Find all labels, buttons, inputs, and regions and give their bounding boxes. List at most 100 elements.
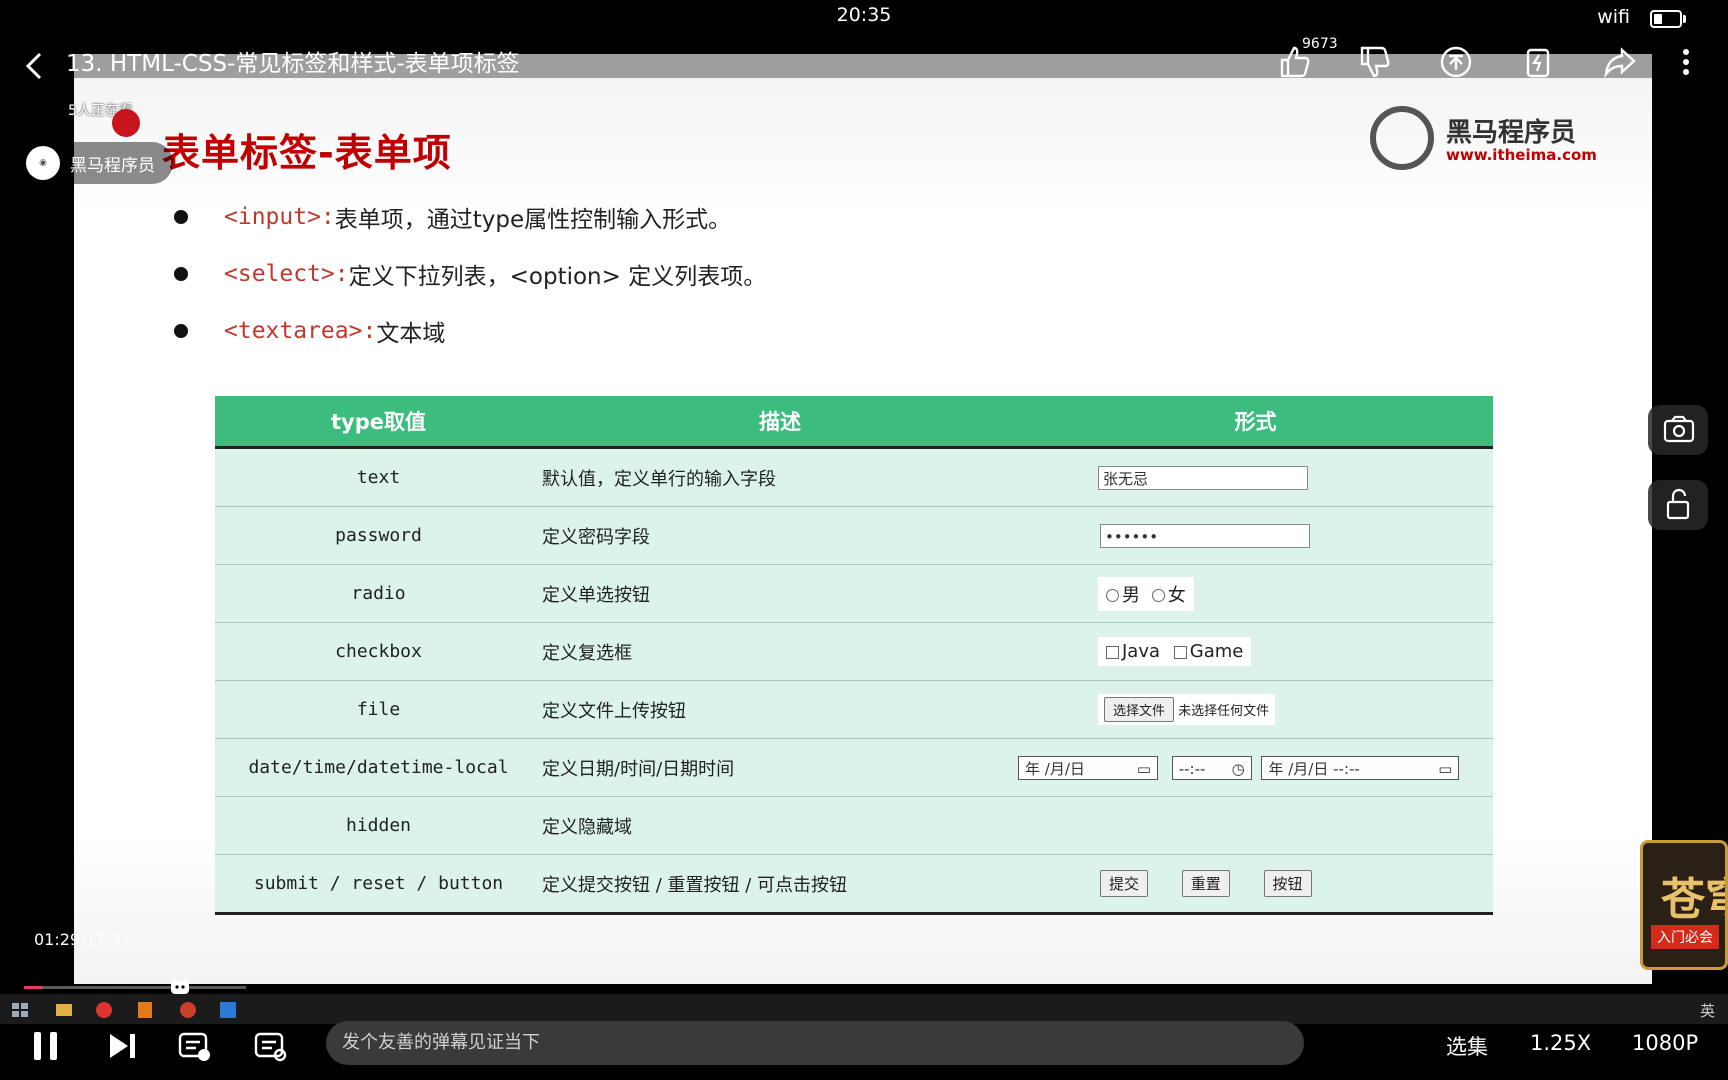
radio-icon bbox=[1106, 589, 1119, 602]
quality-button[interactable]: 1080P bbox=[1632, 1031, 1698, 1055]
charge-icon[interactable] bbox=[1520, 44, 1556, 84]
table-row: text 默认值，定义单行的输入字段 张无忌 bbox=[215, 447, 1493, 507]
promo-title: 苍穹 bbox=[1661, 874, 1725, 925]
form-cell: •••••• bbox=[1018, 506, 1493, 565]
recorded-taskbar: 英 bbox=[0, 994, 1728, 1024]
episodes-button[interactable]: 选集 bbox=[1446, 1031, 1488, 1061]
wifi-label: wifi bbox=[1597, 6, 1630, 28]
calendar-icon: ▭ bbox=[1136, 759, 1151, 778]
form-cell: 年 /月/日 ▭ --:-- ◷ 年 /月/日 --:-- ▭ bbox=[1018, 738, 1493, 797]
desc-cell: 定义单选按钮 bbox=[542, 564, 1018, 623]
brand-url: www.itheima.com bbox=[1446, 146, 1597, 164]
danmaku-input[interactable]: 发个友善的弹幕见证当下 bbox=[326, 1021, 1304, 1065]
bullet-item: <select>: 定义下拉列表，<option> 定义列表项。 bbox=[174, 257, 766, 291]
type-cell: radio bbox=[215, 564, 542, 623]
coin-icon[interactable] bbox=[1438, 44, 1474, 84]
table-row: checkbox 定义复选框 Java Game bbox=[215, 622, 1493, 681]
form-cell bbox=[1018, 796, 1493, 855]
sample-time-input: --:-- ◷ bbox=[1171, 755, 1252, 780]
bullet-dot-icon bbox=[174, 210, 188, 224]
table-row: submit / reset / button 定义提交按钮 / 重置按钮 / … bbox=[215, 854, 1493, 915]
battery-icon bbox=[1650, 10, 1686, 28]
video-frame[interactable]: 表单标签-表单项 黑马程序员 www.itheima.com <input>: … bbox=[74, 54, 1652, 984]
radio-label: 女 bbox=[1167, 584, 1186, 606]
sample-radio-group: 男 女 bbox=[1098, 576, 1194, 611]
record-dot-icon bbox=[112, 109, 140, 137]
danmaku-settings-icon[interactable] bbox=[252, 1028, 288, 1068]
checkbox-icon bbox=[1173, 645, 1187, 659]
table-row: password 定义密码字段 •••••• bbox=[215, 506, 1493, 565]
pause-icon[interactable] bbox=[28, 1028, 64, 1068]
date-placeholder: 年 /月/日 bbox=[1025, 759, 1085, 778]
file-choose-button: 选择文件 bbox=[1104, 697, 1175, 722]
column-header: type取值 bbox=[215, 396, 542, 449]
table-row: radio 定义单选按钮 男 女 bbox=[215, 564, 1493, 623]
form-cell: 提交 重置 按钮 bbox=[1018, 854, 1493, 915]
bullet-item: <input>: 表单项，通过type属性控制输入形式。 bbox=[174, 200, 731, 234]
screenshot-button[interactable] bbox=[1648, 405, 1708, 455]
share-icon[interactable] bbox=[1602, 44, 1638, 84]
type-cell: date/time/datetime-local bbox=[215, 738, 542, 797]
time-placeholder: --:-- bbox=[1178, 759, 1206, 778]
bullet-text: 文本域 bbox=[376, 321, 446, 347]
sample-checkbox-group: Java Game bbox=[1098, 637, 1252, 666]
back-icon[interactable] bbox=[20, 48, 50, 84]
like-count: 9673 bbox=[1302, 36, 1338, 52]
checkbox-icon bbox=[1106, 645, 1119, 659]
table-row: file 定义文件上传按钮 选择文件 未选择任何文件 bbox=[215, 680, 1493, 739]
table-row: date/time/datetime-local 定义日期/时间/日期时间 年 … bbox=[215, 738, 1493, 797]
datetime-placeholder: 年 /月/日 --:-- bbox=[1268, 759, 1360, 778]
video-title: 13. HTML-CSS-常见标签和样式-表单项标签 bbox=[66, 51, 520, 77]
sample-date-input: 年 /月/日 ▭ bbox=[1018, 755, 1158, 780]
form-cell: 选择文件 未选择任何文件 bbox=[1018, 680, 1493, 739]
lock-screen-button[interactable] bbox=[1648, 480, 1708, 530]
bullet-dot-icon bbox=[174, 324, 188, 338]
uploader-chip[interactable]: ◉ 黑马程序员 bbox=[20, 142, 173, 184]
calendar-icon: ▭ bbox=[1438, 759, 1453, 778]
more-icon[interactable] bbox=[1676, 44, 1696, 84]
bullet-tag: <input>: bbox=[224, 204, 335, 230]
uploader-name: 黑马程序员 bbox=[70, 155, 155, 176]
column-header: 描述 bbox=[542, 396, 1018, 449]
promo-tag: 入门必会 bbox=[1651, 925, 1719, 949]
desc-cell: 默认值，定义单行的输入字段 bbox=[542, 447, 1018, 507]
next-icon[interactable] bbox=[104, 1028, 140, 1068]
promo-banner[interactable]: 苍穹 入门必会 bbox=[1640, 840, 1728, 970]
form-cell: Java Game bbox=[1018, 622, 1493, 681]
radio-label: 男 bbox=[1122, 584, 1140, 606]
danmaku-toggle-icon[interactable] bbox=[176, 1028, 212, 1068]
type-cell: password bbox=[215, 506, 542, 565]
desc-cell: 定义复选框 bbox=[542, 622, 1018, 681]
bullet-item: <textarea>: 文本域 bbox=[174, 314, 445, 348]
avatar: ◉ bbox=[26, 146, 60, 180]
desc-cell: 定义密码字段 bbox=[542, 506, 1018, 565]
status-time: 20:35 bbox=[836, 4, 892, 26]
input-type-table: type取值 描述 形式 text 默认值，定义单行的输入字段 张无忌 pass… bbox=[215, 396, 1493, 915]
sample-password-input: •••••• bbox=[1100, 523, 1310, 548]
slide-title: 表单标签-表单项 bbox=[162, 131, 452, 175]
unlock-icon bbox=[1666, 488, 1690, 520]
file-status: 未选择任何文件 bbox=[1178, 704, 1270, 719]
desc-cell: 定义日期/时间/日期时间 bbox=[542, 738, 1018, 797]
taskbar-icons bbox=[12, 1002, 236, 1018]
form-cell: 男 女 bbox=[1018, 564, 1493, 623]
bullet-text: 表单项，通过type属性控制输入形式。 bbox=[334, 207, 732, 233]
form-cell: 张无忌 bbox=[1018, 447, 1493, 507]
brand-name: 黑马程序员 bbox=[1446, 118, 1577, 148]
status-bar: 20:35 wifi bbox=[0, 0, 1728, 48]
progress-knob-icon[interactable] bbox=[168, 976, 192, 996]
speed-button[interactable]: 1.25X bbox=[1530, 1031, 1591, 1055]
column-header: 形式 bbox=[1018, 396, 1493, 449]
desc-cell: 定义提交按钮 / 重置按钮 / 可点击按钮 bbox=[542, 854, 1018, 915]
type-cell: submit / reset / button bbox=[215, 854, 542, 915]
brand-logo-icon bbox=[1370, 106, 1434, 170]
progress-bar[interactable] bbox=[24, 986, 246, 989]
bullet-tag: <textarea>: bbox=[224, 318, 377, 344]
type-cell: text bbox=[215, 447, 542, 507]
checkbox-label: Game bbox=[1189, 641, 1244, 662]
desc-cell: 定义文件上传按钮 bbox=[542, 680, 1018, 739]
camera-icon bbox=[1663, 415, 1695, 443]
dislike-icon[interactable] bbox=[1356, 44, 1392, 84]
timecode: 01:29/17:37 bbox=[34, 930, 132, 949]
radio-icon bbox=[1151, 589, 1165, 602]
